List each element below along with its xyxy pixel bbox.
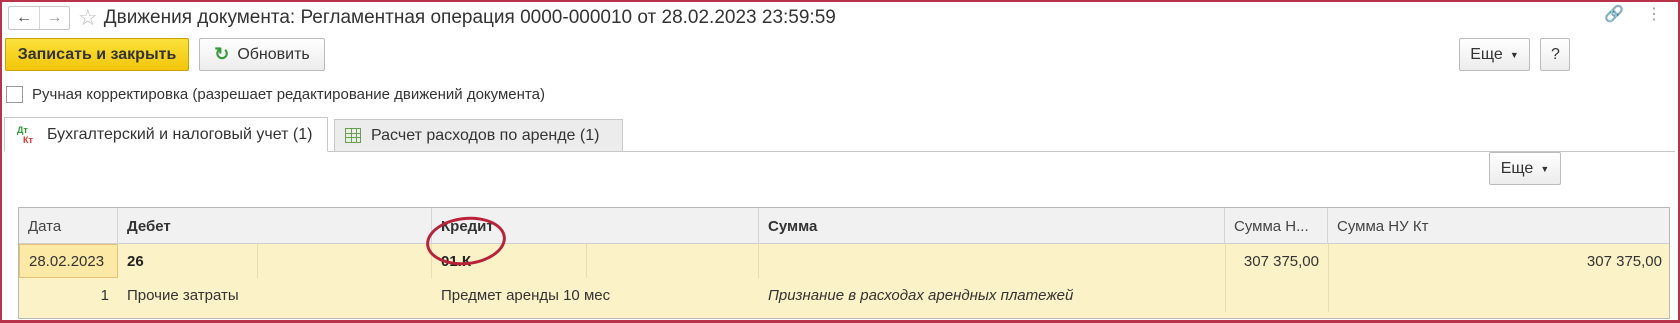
- column-header-sum[interactable]: Сумма: [759, 208, 1225, 244]
- tab-lease-expenses-label: Расчет расходов по аренде (1): [371, 126, 600, 144]
- cell-credit-subconto-1[interactable]: [520, 244, 587, 278]
- forward-icon[interactable]: →: [39, 7, 69, 29]
- refresh-label: Обновить: [237, 45, 310, 63]
- cell-date[interactable]: 28.02.2023: [19, 244, 118, 278]
- cell-credit-subconto-2[interactable]: [587, 244, 759, 278]
- refresh-icon: ↻: [214, 44, 230, 64]
- vertical-dots-icon[interactable]: ⋮: [1646, 4, 1662, 24]
- cell-debit-subconto-1[interactable]: [201, 244, 258, 278]
- tab-accounting-label: Бухгалтерский и налоговый учет (1): [47, 125, 313, 143]
- nav-buttons: ← →: [8, 6, 70, 30]
- star-icon[interactable]: ☆: [78, 7, 98, 29]
- column-header-debit[interactable]: Дебет: [118, 208, 432, 244]
- cell-debit-subconto[interactable]: Прочие затраты: [118, 278, 432, 312]
- window-title: Движения документа: Регламентная операци…: [103, 7, 836, 28]
- cell-sum-nu-kt[interactable]: 307 375,00: [1328, 244, 1669, 278]
- tab-lease-expenses[interactable]: Расчет расходов по аренде (1): [334, 119, 623, 152]
- back-icon[interactable]: ←: [9, 7, 39, 29]
- cell-empty-nu-dt[interactable]: [1225, 278, 1328, 312]
- cell-credit-subconto[interactable]: Предмет аренды 10 мес: [432, 278, 759, 312]
- table-more-button[interactable]: Еще ▼: [1489, 152, 1561, 185]
- column-header-sum-nu-kt[interactable]: Сумма НУ Кт: [1328, 208, 1669, 244]
- table-grid-icon: [345, 128, 361, 143]
- cell-debit-subconto-2[interactable]: [258, 244, 432, 278]
- movements-table: Дата Дебет Кредит Сумма Сумма Н... Сумма…: [18, 207, 1670, 319]
- table-row[interactable]: 28.02.2023 26 01.К 307 375,00 307 375,00…: [19, 244, 1669, 318]
- cell-description[interactable]: Признание в расходах арендных платежей: [759, 278, 1225, 312]
- chevron-down-icon: ▼: [1509, 49, 1519, 60]
- cell-debit[interactable]: 26: [118, 244, 201, 278]
- manual-correction-checkbox[interactable]: [6, 86, 23, 103]
- cell-sum[interactable]: [759, 244, 1225, 278]
- tab-accounting[interactable]: Дт Кт Бухгалтерский и налоговый учет (1): [4, 117, 328, 152]
- cell-line-number: 1: [100, 286, 109, 304]
- more-button[interactable]: Еще ▼: [1459, 38, 1530, 71]
- title-bar: ← → ☆ Движения документа: Регламентная о…: [4, 4, 1672, 32]
- chevron-down-icon: ▼: [1540, 163, 1550, 174]
- table-more-label: Еще: [1500, 159, 1534, 177]
- more-label: Еще: [1470, 45, 1503, 63]
- tab-bar: Дт Кт Бухгалтерский и налоговый учет (1) …: [4, 117, 1675, 152]
- column-header-sum-nu-dt[interactable]: Сумма Н...: [1225, 208, 1328, 244]
- help-button[interactable]: ?: [1540, 38, 1570, 71]
- title-actions: 🔗 ⋮: [1604, 4, 1662, 24]
- refresh-button[interactable]: ↻ Обновить: [199, 38, 325, 71]
- link-icon[interactable]: 🔗: [1604, 4, 1624, 24]
- form-toolbar: Записать и закрыть ↻ Обновить Еще ▼ ?: [5, 38, 1675, 72]
- manual-correction-row: Ручная корректировка (разрешает редактир…: [6, 86, 545, 103]
- cell-sum-nu-dt[interactable]: 307 375,00: [1225, 244, 1328, 278]
- manual-correction-label: Ручная корректировка (разрешает редактир…: [32, 86, 545, 103]
- dt-kt-icon: Дт Кт: [17, 124, 33, 145]
- table-header: Дата Дебет Кредит Сумма Сумма Н... Сумма…: [19, 208, 1669, 244]
- cell-empty-nu-kt[interactable]: [1328, 278, 1669, 312]
- save-and-close-button[interactable]: Записать и закрыть: [5, 38, 189, 71]
- column-header-date[interactable]: Дата: [19, 208, 118, 244]
